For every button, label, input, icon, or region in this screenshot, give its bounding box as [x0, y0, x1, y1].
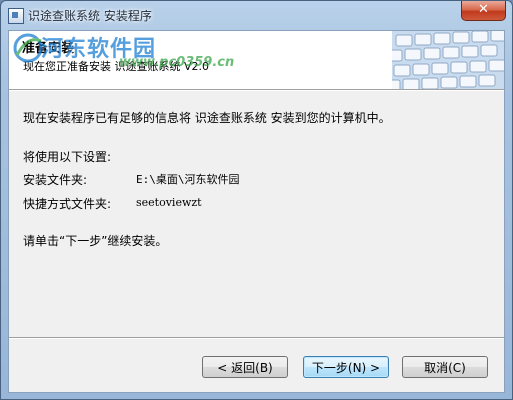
page-subtitle: 现在您正准备安装 识途查账系统 V2.0 [23, 60, 210, 73]
shortcut-folder-label: 快捷方式文件夹: [23, 197, 112, 211]
installer-window: 识途查账系统 安装程序 ✕ 准备安装 现在您正准备安装 识途查账系统 V2.0 [0, 0, 513, 400]
back-button[interactable]: < 返回(B) [202, 356, 288, 378]
next-instruction: 请单击“下一步”继续安装。 [23, 234, 168, 248]
install-folder-label: 安装文件夹: [23, 173, 88, 187]
intro-text: 现在安装程序已有足够的信息将 识途查账系统 安装到您的计算机中。 [23, 111, 391, 125]
next-button[interactable]: 下一步(N) > [303, 356, 389, 378]
install-folder-value: E:\桌面\河东软件园 [136, 173, 240, 186]
cancel-button[interactable]: 取消(C) [402, 356, 488, 378]
close-button[interactable]: ✕ [461, 1, 506, 21]
installer-client-area: 准备安装 现在您正准备安装 识途查账系统 V2.0 河东软件园 www.pc03… [8, 30, 505, 393]
settings-heading: 将使用以下设置: [23, 150, 112, 164]
keyboard-header-image [392, 31, 504, 89]
page-title: 准备安装 [22, 41, 75, 56]
window-title: 识途查账系统 安装程序 [28, 9, 152, 23]
wizard-header: 准备安装 现在您正准备安装 识途查账系统 V2.0 河东软件园 www.pc03… [9, 31, 504, 89]
close-icon: ✕ [478, 2, 489, 17]
title-bar[interactable]: 识途查账系统 安装程序 ✕ [1, 1, 512, 29]
installer-app-icon [8, 8, 24, 24]
shortcut-folder-value: seetoviewzt [136, 196, 202, 209]
footer-divider [9, 337, 504, 339]
header-divider [9, 89, 504, 91]
